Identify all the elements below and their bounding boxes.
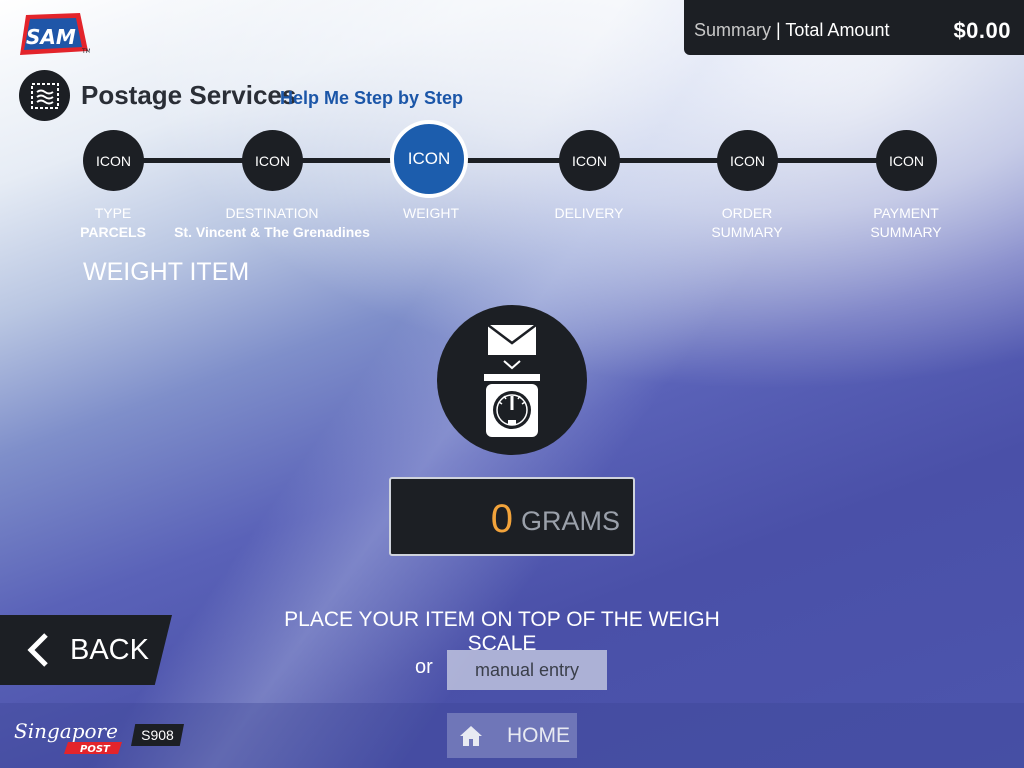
step-delivery-icon[interactable]: ICON xyxy=(559,130,620,191)
step-order-summary-icon[interactable]: ICON xyxy=(717,130,778,191)
weight-unit: GRAMS xyxy=(520,506,620,536)
step-type-title: TYPE xyxy=(94,205,132,221)
step-weight-icon[interactable]: ICON xyxy=(390,120,468,198)
home-button-label: HOME xyxy=(507,723,570,747)
chevron-left-icon xyxy=(27,633,48,667)
total-amount-value: $0.00 xyxy=(953,17,1011,43)
weight-display: 0 GRAMS xyxy=(389,477,635,556)
step-delivery-title: DELIVERY xyxy=(554,205,624,221)
back-button-label: BACK xyxy=(70,633,149,666)
summary-panel[interactable]: Summary | Total Amount $0.00 xyxy=(684,0,1024,55)
step-payment-summary-sub: SUMMARY xyxy=(870,224,942,240)
sam-logo-tm: TM xyxy=(81,48,90,55)
stepper-line xyxy=(113,158,906,163)
step-weight-title: WEIGHT xyxy=(403,205,459,221)
step-destination-icon[interactable]: ICON xyxy=(242,130,303,191)
step-order-summary-title: ORDER xyxy=(721,205,773,221)
weight-value: 0 xyxy=(490,497,513,541)
manual-entry-button[interactable]: manual entry xyxy=(447,650,607,690)
summary-label: Summary xyxy=(694,20,772,40)
or-text: or xyxy=(415,656,433,678)
singapore-post-word: POST xyxy=(80,744,111,755)
sam-logo-text: SAM xyxy=(26,25,76,49)
home-button[interactable]: HOME xyxy=(447,713,577,758)
total-amount-label: Total Amount xyxy=(785,20,890,40)
help-step-by-step-link[interactable]: Help Me Step by Step xyxy=(280,88,463,109)
step-destination-title: DESTINATION xyxy=(225,205,319,221)
weigh-scale-icon xyxy=(437,305,587,455)
singapore-post-logo: Singapore POST xyxy=(14,719,122,755)
sam-logo: SAM TM xyxy=(20,13,90,55)
singapore-post-script: Singapore xyxy=(14,719,118,743)
step-payment-summary-title: PAYMENT xyxy=(873,205,939,221)
step-type-icon[interactable]: ICON xyxy=(83,130,144,191)
summary-label-group: Summary | Total Amount xyxy=(694,20,889,41)
section-title: WEIGHT ITEM xyxy=(83,258,250,286)
back-button[interactable]: BACK xyxy=(0,615,172,685)
kiosk-id-badge: S908 xyxy=(131,724,184,746)
summary-separator: | xyxy=(776,20,781,40)
instruction-text: PLACE YOUR ITEM ON TOP OF THE WEIGH SCAL… xyxy=(284,608,720,655)
step-payment-summary-label: PAYMENT SUMMARY xyxy=(796,204,1016,242)
step-payment-summary-icon[interactable]: ICON xyxy=(876,130,937,191)
page-title: Postage Services xyxy=(81,80,297,110)
home-icon xyxy=(460,725,482,746)
step-destination-value: St. Vincent & The Grenadines xyxy=(174,224,370,240)
postage-stamp-icon xyxy=(19,70,70,121)
